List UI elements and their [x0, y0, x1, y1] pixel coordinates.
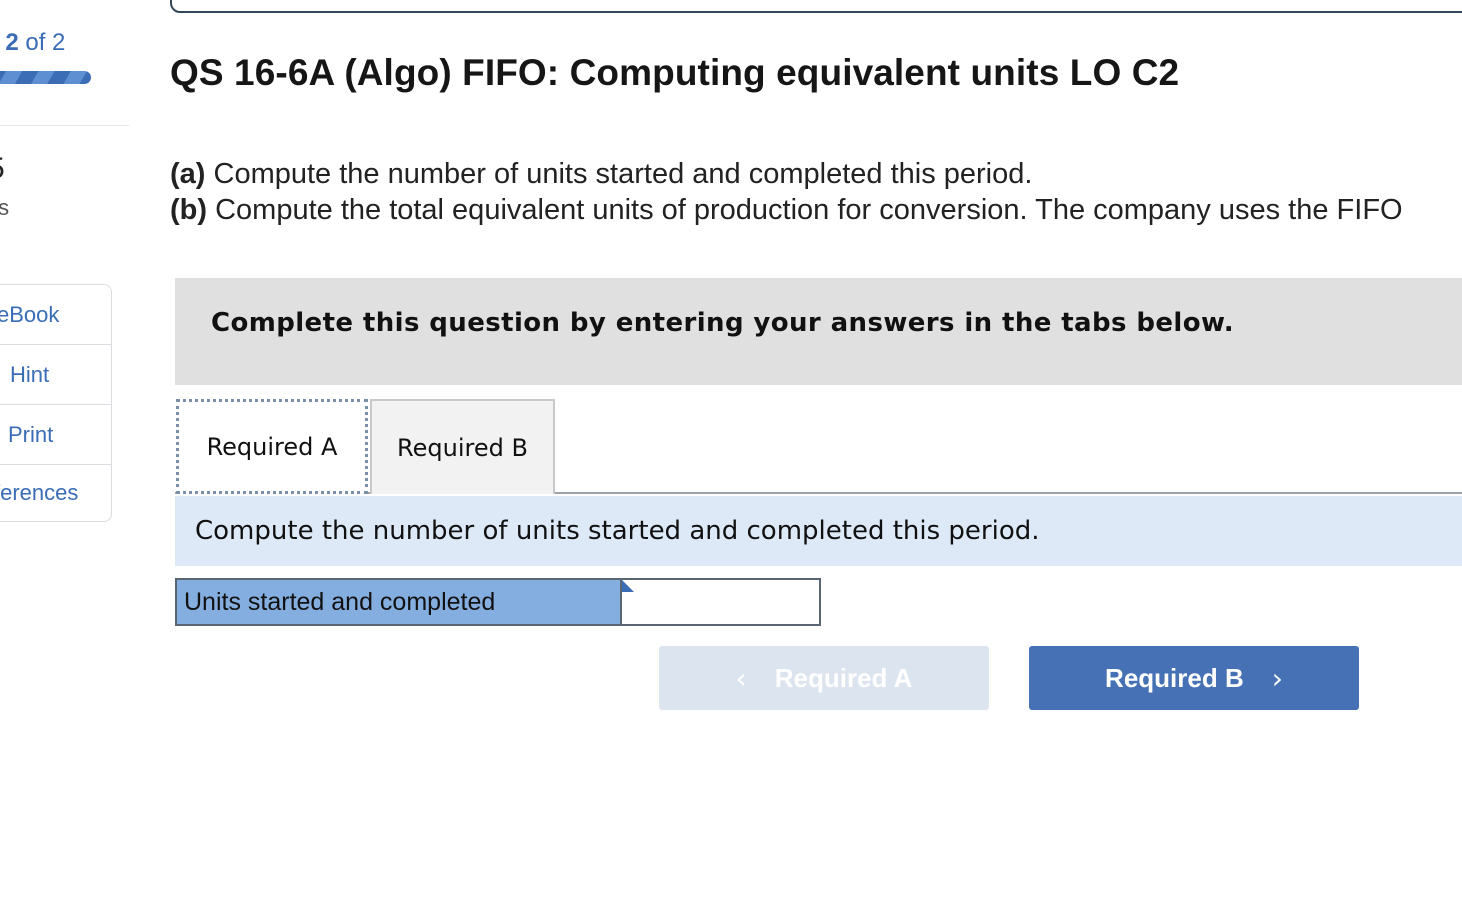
references-link[interactable]: ferences: [0, 465, 111, 521]
required-prompt-text: Compute the number of units started and …: [195, 516, 1040, 546]
print-link[interactable]: Print: [0, 405, 111, 465]
hint-link[interactable]: Hint: [0, 345, 111, 405]
next-button-label: Required B: [1105, 662, 1244, 693]
required-prompt: Compute the number of units started and …: [175, 496, 1462, 566]
tab-row-divider: [175, 492, 1462, 494]
sidebar-divider: [0, 125, 129, 126]
ebook-link[interactable]: eBook: [0, 285, 111, 345]
answer-table: Units started and completed: [175, 578, 821, 626]
instruction-text: Complete this question by entering your …: [211, 308, 1234, 338]
tools-panel: eBook Hint Print ferences: [0, 284, 112, 522]
prev-button-label: Required A: [774, 662, 913, 693]
page-title: QS 16-6A (Algo) FIFO: Computing equivale…: [170, 52, 1180, 93]
tab-required-a[interactable]: Required A: [176, 399, 368, 494]
answer-row-label: Units started and completed: [177, 580, 622, 624]
chevron-right-icon: ›: [1271, 661, 1283, 695]
next-button[interactable]: Required B ›: [1029, 646, 1359, 710]
tab-required-b[interactable]: Required B: [370, 399, 555, 494]
chevron-left-icon: ‹: [735, 661, 747, 695]
progress-bar-fill: [0, 71, 91, 84]
question-part-a: (a) Compute the number of units started …: [170, 158, 1033, 190]
progress-bar: [0, 71, 91, 84]
units-started-completed-input[interactable]: [622, 580, 819, 624]
top-frame-edge: [170, 0, 1462, 13]
instruction-box: Complete this question by entering your …: [175, 278, 1462, 385]
progress-indicator: t 2 of 2: [5, 29, 66, 56]
points-value: 5: [0, 152, 5, 186]
answer-cell: [622, 580, 819, 624]
points-label: ts: [0, 195, 10, 220]
cell-marker-icon: [622, 580, 634, 592]
prev-button[interactable]: ‹ Required A: [659, 646, 989, 710]
question-part-b: (b) Compute the total equivalent units o…: [170, 194, 1403, 226]
